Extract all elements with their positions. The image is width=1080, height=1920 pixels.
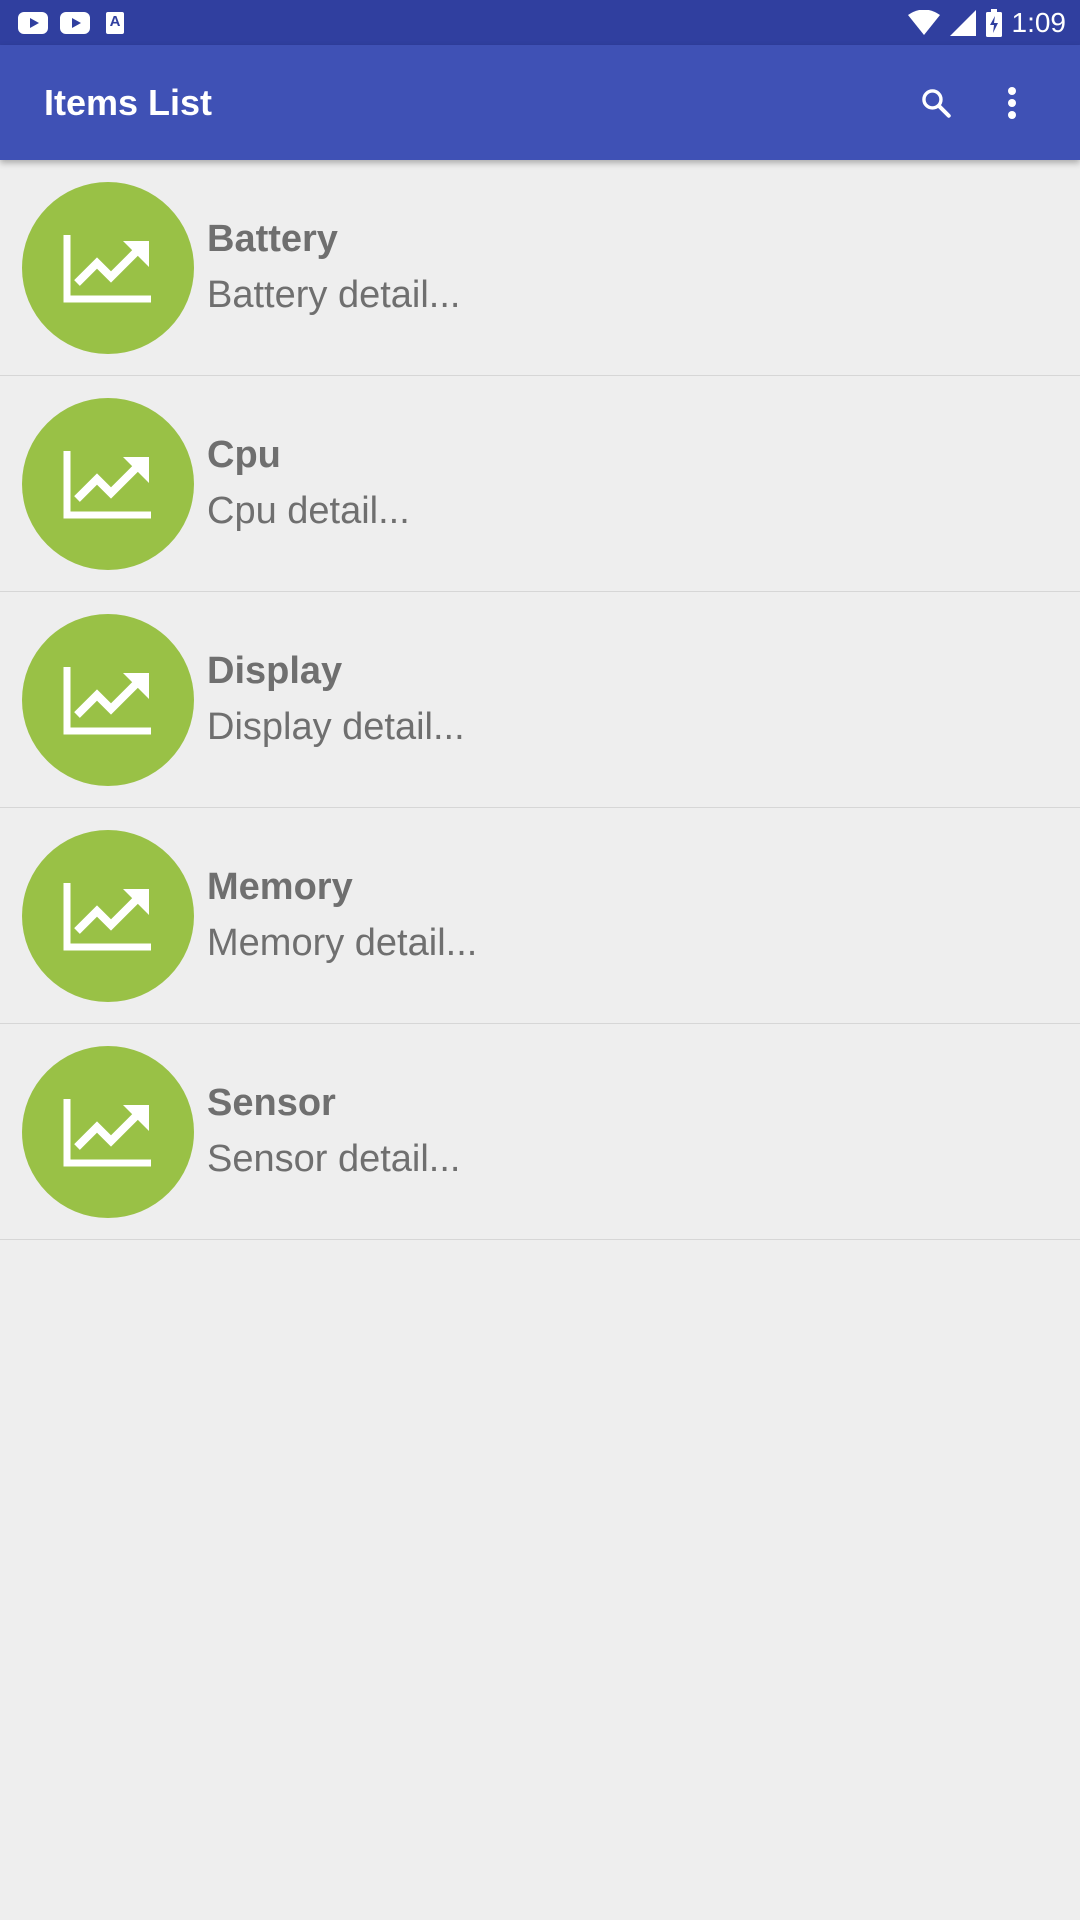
text-a-icon: A xyxy=(106,12,124,34)
list-item-display[interactable]: Display Display detail... xyxy=(0,592,1080,808)
status-bar: A 1:09 xyxy=(0,0,1080,45)
item-title: Display xyxy=(207,650,343,692)
items-list: Battery Battery detail... Cpu Cpu detail… xyxy=(0,160,1080,1240)
wifi-icon xyxy=(907,9,940,35)
item-avatar xyxy=(22,182,194,354)
item-detail: Sensor detail... xyxy=(207,1138,461,1180)
list-item-sensor[interactable]: Sensor Sensor detail... xyxy=(0,1024,1080,1240)
list-item-memory[interactable]: Memory Memory detail... xyxy=(0,808,1080,1024)
battery-charging-icon xyxy=(985,8,1002,37)
status-time: 1:09 xyxy=(1011,6,1067,38)
item-title: Battery xyxy=(207,218,338,260)
search-button[interactable] xyxy=(908,75,964,131)
item-avatar xyxy=(22,1046,194,1218)
youtube-icon xyxy=(60,12,90,34)
item-detail: Battery detail... xyxy=(207,274,461,316)
list-item-battery[interactable]: Battery Battery detail... xyxy=(0,160,1080,376)
item-avatar xyxy=(22,830,194,1002)
app-bar: Items List xyxy=(0,45,1080,160)
trending-up-chart-icon xyxy=(63,667,151,735)
page-title: Items List xyxy=(44,82,213,123)
item-avatar xyxy=(22,398,194,570)
more-options-button[interactable] xyxy=(984,75,1040,131)
more-vert-icon xyxy=(1008,87,1016,119)
item-title: Memory xyxy=(207,866,353,908)
youtube-icon xyxy=(18,12,48,34)
trending-up-chart-icon xyxy=(63,235,151,303)
notification-icons: A xyxy=(18,10,124,36)
search-icon xyxy=(922,89,951,118)
item-detail: Cpu detail... xyxy=(207,490,410,532)
item-title: Sensor xyxy=(207,1082,336,1124)
item-avatar xyxy=(22,614,194,786)
trending-up-chart-icon xyxy=(63,451,151,519)
item-detail: Display detail... xyxy=(207,706,465,748)
trending-up-chart-icon xyxy=(63,883,151,951)
trending-up-chart-icon xyxy=(63,1099,151,1167)
list-item-cpu[interactable]: Cpu Cpu detail... xyxy=(0,376,1080,592)
system-icons: 1:09 xyxy=(907,0,1067,45)
item-title: Cpu xyxy=(207,434,281,476)
signal-icon xyxy=(949,9,976,36)
item-detail: Memory detail... xyxy=(207,922,478,964)
